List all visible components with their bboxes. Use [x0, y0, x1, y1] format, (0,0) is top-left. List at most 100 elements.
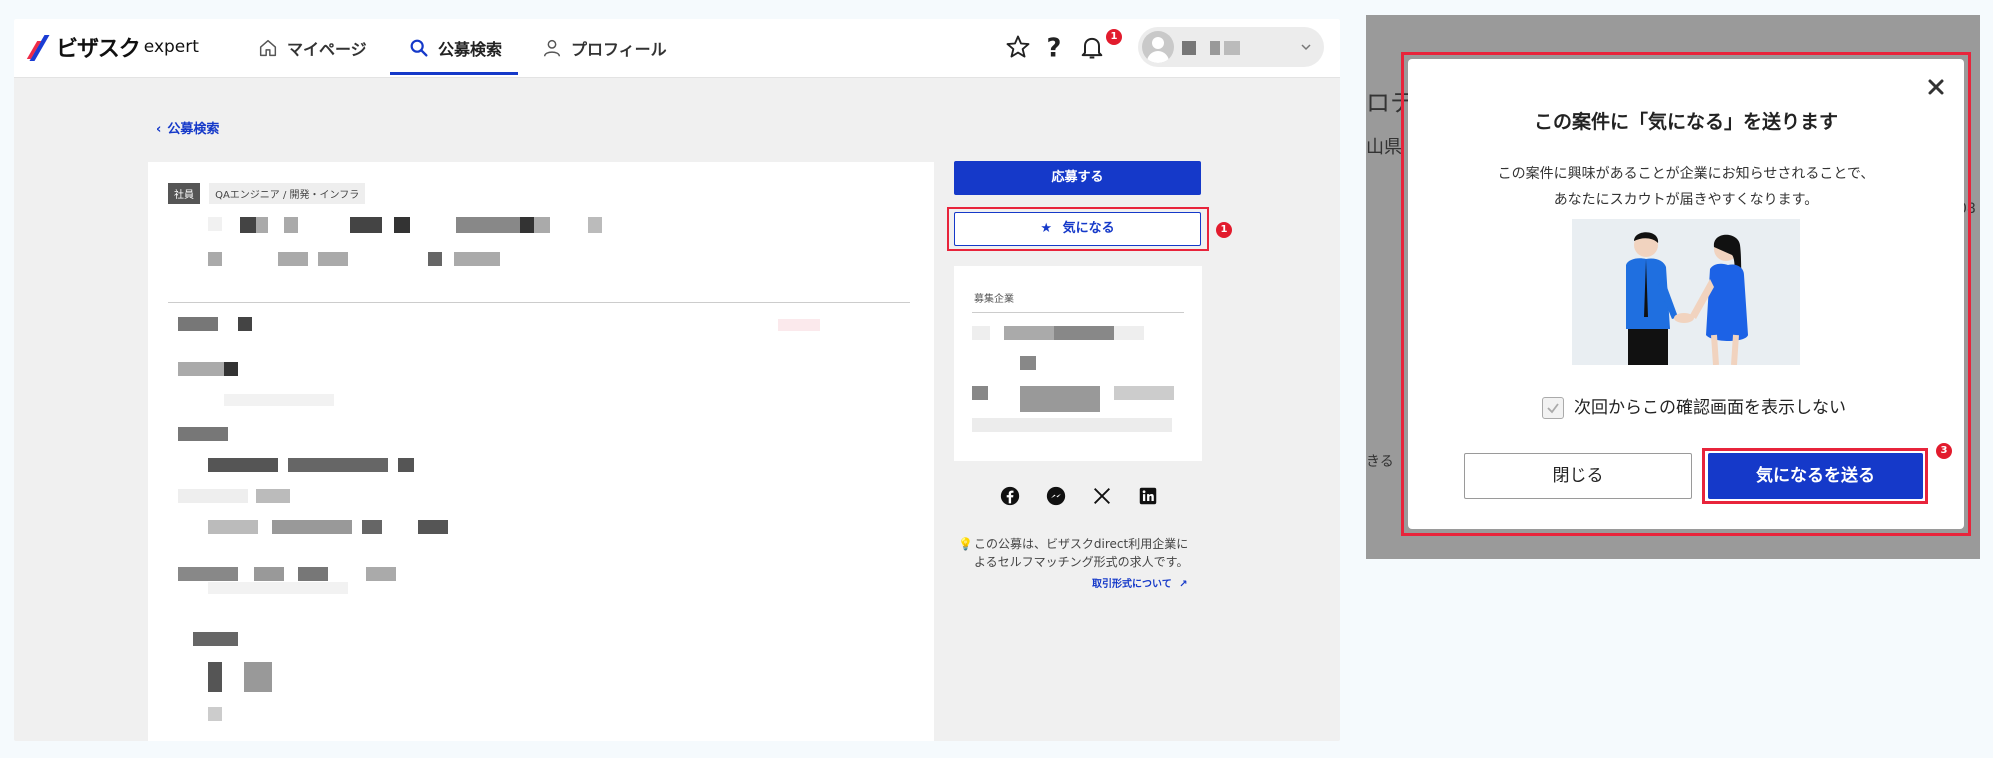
redacted-text: [272, 520, 352, 534]
logo-mark-icon: [30, 35, 52, 59]
redacted-text: [193, 632, 238, 646]
breadcrumb[interactable]: ‹ 公募検索: [156, 118, 219, 137]
redacted-text: [588, 217, 602, 233]
job-detail-card: 社員 QAエンジニア / 開発・インフラ: [148, 162, 934, 741]
note-line-1: この公募は、ビザスクdirect利用企業に: [974, 537, 1189, 551]
check-icon: [1547, 403, 1559, 414]
redacted-name: [1224, 41, 1240, 55]
favorite-label: 気になる: [1062, 221, 1115, 236]
redacted-text: [972, 326, 990, 340]
redacted-text: [398, 458, 414, 472]
redacted-text: [366, 567, 396, 581]
nav-search[interactable]: 公募検索: [408, 19, 502, 77]
redacted-text: [256, 489, 290, 503]
notification-badge: 1: [1106, 29, 1122, 45]
company-box-heading: 募集企業: [974, 294, 1014, 305]
redacted-text: [224, 394, 334, 406]
nav-profile-label: プロフィール: [571, 40, 667, 59]
redacted-text: [178, 567, 238, 581]
breadcrumb-label: 公募検索: [167, 122, 220, 137]
redacted-text: [418, 520, 448, 534]
redacted-text: [208, 252, 222, 266]
redacted-text: [178, 427, 228, 441]
redacted-text: [298, 567, 328, 581]
redacted-text: [428, 252, 442, 266]
nav-mypage[interactable]: マイページ: [257, 19, 367, 77]
lightbulb-icon: 💡: [958, 537, 973, 551]
redacted-text: [318, 252, 348, 266]
self-matching-note: 💡 この公募は、ビザスクdirect利用企業に よるセルフマッチング形式の求人で…: [958, 535, 1208, 571]
redacted-text: [1054, 326, 1114, 340]
star-filled-icon: ★: [1040, 221, 1053, 236]
step-marker-1: 1: [1216, 222, 1232, 238]
redacted-text: [1004, 326, 1054, 340]
apply-button[interactable]: 応募する: [954, 161, 1201, 195]
star-icon[interactable]: [1004, 33, 1032, 61]
active-tab-indicator: [390, 72, 518, 75]
logo-main-text: ビザスク: [56, 37, 141, 62]
redacted-text: [208, 662, 222, 692]
redacted-text: [278, 252, 308, 266]
bell-icon[interactable]: [1078, 33, 1106, 61]
share-icons: [999, 485, 1159, 507]
job-detail-screenshot: ビザスク expert マイページ 公募検索 プロフィール ? 1 ‹ 公募検索…: [14, 19, 1340, 741]
dont-show-again-checkbox[interactable]: [1542, 397, 1564, 419]
redacted-text: [1020, 356, 1036, 370]
facebook-icon[interactable]: [999, 485, 1021, 507]
redacted-text: [520, 217, 534, 233]
redacted-text: [240, 217, 256, 233]
chevron-down-icon: [1301, 44, 1311, 51]
redacted-text: [1114, 386, 1174, 400]
redacted-text: [254, 567, 284, 581]
background-fragment: 山県: [1366, 137, 1402, 158]
redacted-text: [178, 317, 218, 331]
redacted-text: [534, 217, 550, 233]
redacted-text: [288, 458, 388, 472]
redacted-text: [244, 662, 272, 692]
redacted-text: [394, 217, 410, 233]
svg-text:?: ?: [1047, 33, 1062, 61]
x-icon[interactable]: [1091, 485, 1113, 507]
favorite-button[interactable]: ★ 気になる: [954, 212, 1201, 246]
messenger-icon[interactable]: [1045, 485, 1067, 507]
help-icon[interactable]: ?: [1040, 33, 1068, 61]
redacted-name: [1210, 41, 1220, 55]
redacted-name: [1182, 41, 1196, 55]
redacted-text: [972, 418, 1172, 432]
favorite-modal-screenshot: ロテ 山県 08 きる 2 この案件に「気になる」を送ります この案件に興味があ…: [1366, 15, 1980, 559]
note-line-2: よるセルフマッチング形式の求人です。: [974, 555, 1189, 569]
avatar: [1142, 31, 1174, 63]
redacted-text: [362, 520, 382, 534]
modal-description: この案件に興味があることが企業にお知らせされることで、 あなたにスカウトが届きや…: [1408, 161, 1964, 213]
modal-description-line-2: あなたにスカウトが届きやすくなります。: [1553, 192, 1819, 208]
redacted-text: [454, 252, 500, 266]
divider: [972, 312, 1184, 313]
redacted-text: [208, 520, 258, 534]
redacted-text: [350, 217, 382, 233]
category-tag: QAエンジニア / 開発・インフラ: [209, 183, 366, 204]
dont-show-again-label[interactable]: 次回からこの確認画面を表示しない: [1574, 397, 1846, 419]
background-fragment: きる: [1366, 454, 1394, 470]
transaction-format-link[interactable]: 取引形式について ↗: [1092, 575, 1188, 590]
redacted-text: [778, 319, 820, 331]
redacted-text: [256, 217, 268, 233]
linkedin-icon[interactable]: [1137, 485, 1159, 507]
employment-type-tag: 社員: [168, 183, 200, 204]
redacted-text: [178, 362, 228, 376]
close-icon[interactable]: [1926, 77, 1946, 97]
favorite-confirm-modal: この案件に「気になる」を送ります この案件に興味があることが企業にお知らせされる…: [1408, 59, 1964, 529]
job-tags: 社員 QAエンジニア / 開発・インフラ: [168, 183, 366, 204]
nav-profile[interactable]: プロフィール: [541, 19, 667, 77]
account-menu[interactable]: [1138, 27, 1324, 67]
step-marker-3: 3: [1936, 443, 1952, 459]
redacted-text: [972, 386, 988, 400]
external-link-icon: ↗: [1179, 579, 1188, 590]
redacted-text: [224, 362, 238, 376]
nav-mypage-label: マイページ: [287, 40, 367, 59]
search-icon: [410, 39, 428, 57]
redacted-text: [1020, 386, 1100, 412]
redacted-text: [456, 217, 520, 233]
close-button[interactable]: 閉じる: [1464, 453, 1692, 499]
send-favorite-button[interactable]: 気になるを送る: [1708, 453, 1923, 499]
logo[interactable]: ビザスク expert: [30, 31, 199, 63]
